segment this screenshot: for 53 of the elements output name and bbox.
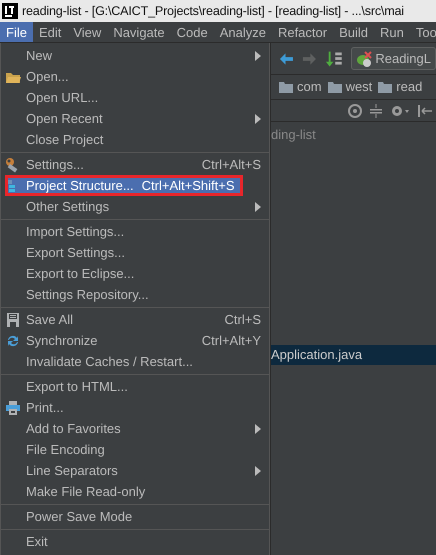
menu-item[interactable]: Add to Favorites bbox=[1, 418, 269, 439]
menu-bar-item[interactable]: Build bbox=[333, 22, 374, 42]
menu-item[interactable]: Synchronize Ctrl+Alt+Y bbox=[1, 330, 269, 351]
save-icon bbox=[5, 312, 21, 328]
menu-item[interactable]: Open URL... bbox=[1, 87, 269, 108]
menu-bar-item[interactable]: View bbox=[67, 22, 108, 42]
leaf-icon bbox=[356, 50, 372, 66]
menu-bar-item[interactable]: Too bbox=[410, 22, 436, 42]
menu-bar-item[interactable]: Refactor bbox=[272, 22, 334, 42]
target-icon bbox=[348, 104, 362, 118]
menu-item[interactable]: Exit bbox=[1, 531, 269, 552]
binary-sort-icon bbox=[324, 50, 344, 68]
menu-bar-item[interactable]: Navigate bbox=[107, 22, 171, 42]
menu-item[interactable]: Other Settings bbox=[1, 196, 269, 217]
menu-item[interactable]: Open... bbox=[1, 66, 269, 87]
breadcrumb[interactable]: read bbox=[378, 77, 422, 97]
collapse-icon bbox=[370, 104, 382, 118]
menu-item[interactable]: Export to HTML... bbox=[1, 376, 269, 397]
folder-icon bbox=[279, 81, 293, 93]
menu-bar-item[interactable]: Run bbox=[374, 22, 410, 42]
menu-item[interactable]: Import Settings... bbox=[1, 221, 269, 242]
printer-icon bbox=[5, 400, 21, 416]
breadcrumb[interactable]: com bbox=[279, 77, 322, 97]
menu-item[interactable]: Print... bbox=[1, 397, 269, 418]
tree-item[interactable]: Application.java bbox=[271, 345, 436, 365]
menu-item[interactable]: Line Separators bbox=[1, 460, 269, 481]
folder-icon bbox=[328, 81, 342, 93]
tree-item[interactable]: ding-list bbox=[271, 125, 436, 145]
menu-bar-item[interactable]: Edit bbox=[32, 22, 68, 42]
menu-item[interactable]: Open Recent bbox=[1, 108, 269, 129]
hide-panel-icon bbox=[418, 104, 432, 118]
run-configuration-selector[interactable]: ReadingL bbox=[351, 46, 436, 70]
menu-bar-item[interactable]: File bbox=[0, 22, 33, 42]
menu-item[interactable]: File Encoding bbox=[1, 439, 269, 460]
menu-item[interactable]: Export Settings... bbox=[1, 242, 269, 263]
menu-bar-item[interactable]: Analyze bbox=[214, 22, 272, 42]
menu-item[interactable]: Project Structure... Ctrl+Alt+Shift+S bbox=[5, 175, 243, 196]
menu-item[interactable]: Export to Eclipse... bbox=[1, 263, 269, 284]
folder-icon bbox=[378, 81, 392, 93]
menu-item[interactable]: Save All Ctrl+S bbox=[1, 309, 269, 330]
menu-item[interactable]: Settings Repository... bbox=[1, 284, 269, 305]
breadcrumb[interactable]: west bbox=[328, 77, 372, 97]
forward-arrow-icon bbox=[302, 52, 317, 66]
menu-item[interactable]: Make File Read-only bbox=[1, 481, 269, 502]
menu-item[interactable]: Invalidate Caches / Restart... bbox=[1, 351, 269, 372]
back-arrow-icon bbox=[279, 52, 294, 66]
menu-bar-item[interactable]: Code bbox=[170, 22, 214, 42]
window-title: reading-list - [G:\CAICT_Projects\reading-list] - [reading-list] - ...\src\mai bbox=[22, 2, 404, 20]
menu-item[interactable]: Settings... Ctrl+Alt+S bbox=[1, 154, 269, 175]
menu-item[interactable]: Close Project bbox=[1, 129, 269, 150]
menu-item[interactable]: New bbox=[1, 45, 269, 66]
menu-item[interactable]: Power Save Mode bbox=[1, 506, 269, 527]
app-logo-icon bbox=[2, 3, 18, 19]
